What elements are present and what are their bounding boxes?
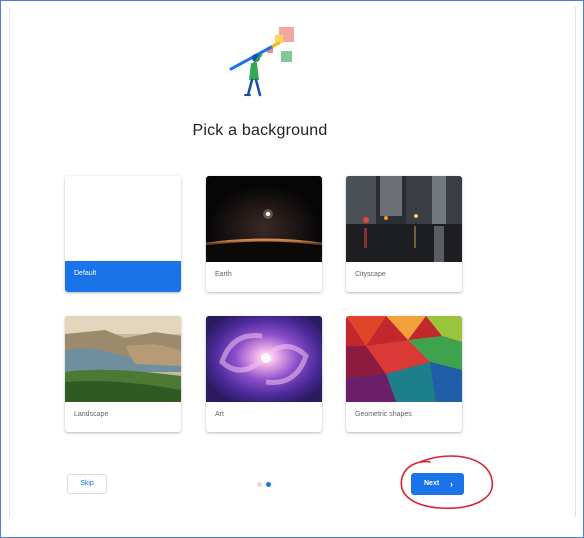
- background-option-earth[interactable]: Earth: [206, 176, 322, 292]
- step-indicator-dot: [257, 482, 262, 487]
- background-option-art[interactable]: Art: [206, 316, 322, 432]
- background-thumbnail-cityscape: [346, 176, 462, 262]
- background-label: Default: [65, 261, 181, 292]
- background-thumbnail-landscape: [65, 316, 181, 402]
- right-divider: [575, 7, 576, 517]
- background-thumbnail-default: [65, 176, 181, 262]
- background-thumbnail-earth: [206, 176, 322, 262]
- background-label: Earth: [215, 271, 232, 278]
- person-painting-icon: [229, 27, 294, 97]
- page-title: Pick a background: [192, 122, 328, 139]
- next-button-label: Next: [424, 480, 440, 487]
- step-indicator-dot-active: [266, 482, 271, 487]
- background-thumbnail-geometric-shapes: [346, 316, 462, 402]
- background-option-landscape[interactable]: Landscape: [65, 316, 181, 432]
- background-label: Art: [215, 411, 224, 418]
- background-label: Geometric shapes: [355, 411, 412, 418]
- background-label: Cityscape: [355, 271, 386, 278]
- chevron-right-icon: ›: [450, 479, 453, 489]
- background-option-default[interactable]: Default: [65, 176, 181, 292]
- skip-button[interactable]: Skip: [67, 474, 107, 494]
- background-thumbnail-art: [206, 316, 322, 402]
- background-option-cityscape[interactable]: Cityscape: [346, 176, 462, 292]
- left-divider: [9, 7, 10, 517]
- background-label: Landscape: [74, 411, 109, 418]
- background-option-geometric-shapes[interactable]: Geometric shapes: [346, 316, 462, 432]
- next-button[interactable]: Next ›: [411, 473, 464, 495]
- setup-window: Pick a background Default Earth Cityscap…: [0, 0, 584, 538]
